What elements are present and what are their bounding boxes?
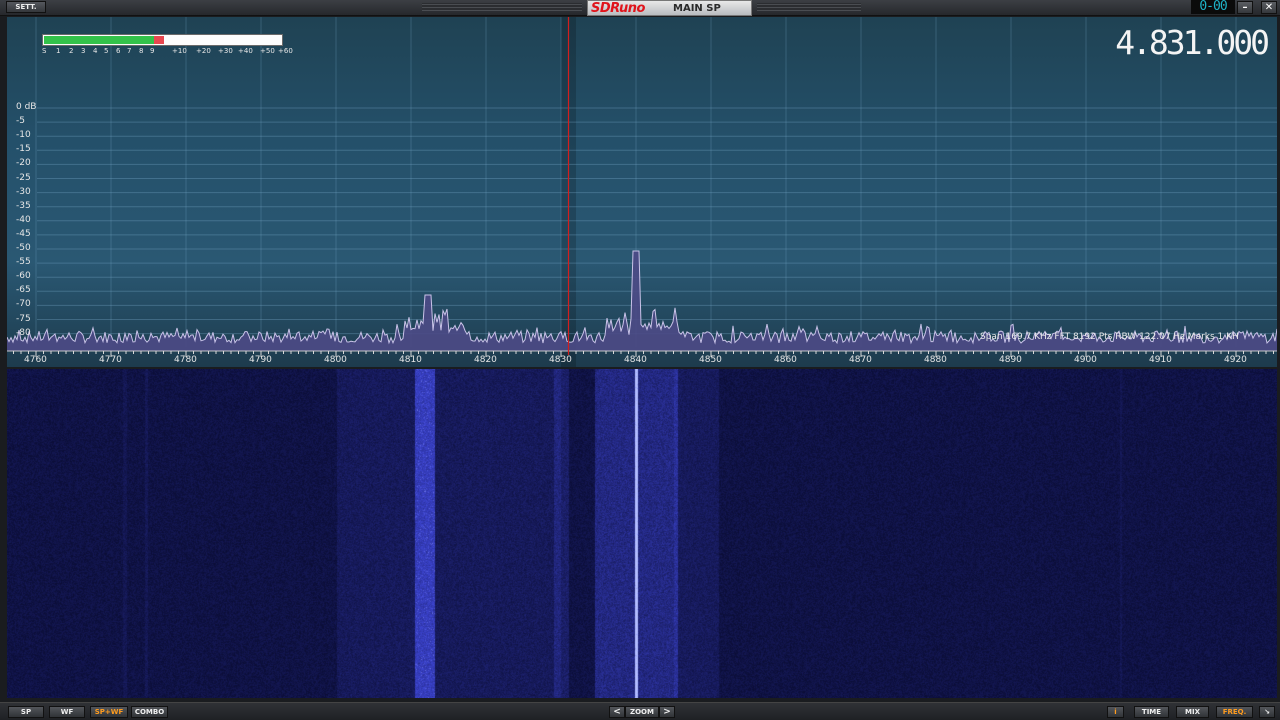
db-axis-label: -60: [16, 271, 31, 282]
frequency-axis-label: 4920: [1224, 355, 1247, 365]
frequency-axis-label: 4870: [849, 355, 872, 365]
frequency-axis-label: 4780: [174, 355, 197, 365]
db-axis-label: -45: [16, 228, 31, 239]
time-button[interactable]: TIME: [1134, 706, 1169, 718]
db-axis-label: -50: [16, 243, 31, 253]
s-meter-scale-label: 1: [56, 47, 61, 55]
s-meter-level: [44, 36, 154, 44]
db-axis-label: -5: [16, 116, 25, 127]
spectrum-panel[interactable]: S 1 2 3 4 5 6 7 8 9 +10 +20 +30 +40 +50 +60 4.831.000 0…: [7, 17, 1277, 367]
frequency-axis-label: 4900: [1074, 355, 1097, 365]
info-button[interactable]: i: [1107, 706, 1124, 718]
frequency-axis-label: 4880: [924, 355, 947, 365]
db-axis-label: -10: [16, 130, 31, 141]
frequency-axis-label: 4910: [1149, 355, 1172, 365]
settings-button[interactable]: SETT.: [6, 1, 46, 13]
mix-button[interactable]: MIX: [1176, 706, 1209, 718]
title-grip-left: [422, 3, 582, 11]
db-axis-label: -30: [16, 186, 31, 197]
s-meter-scale-label: S: [42, 47, 47, 55]
db-axis-label: -40: [16, 214, 31, 225]
bottom-toolbar: SP WF SP+WF COMBO < ZOOM > i TIME MIX FR…: [0, 702, 1280, 720]
db-axis-label: -25: [16, 172, 31, 183]
frequency-axis-label: 4890: [999, 355, 1022, 365]
zoom-in-button[interactable]: >: [659, 706, 675, 718]
s-meter: [42, 34, 283, 46]
db-axis-label: -80: [16, 327, 31, 338]
frequency-axis-label: 4810: [399, 355, 422, 365]
s-meter-scale-label: +50: [260, 47, 275, 55]
minimize-button[interactable]: –: [1237, 1, 1253, 14]
wf-button[interactable]: WF: [49, 706, 85, 718]
db-axis-label: -70: [16, 299, 31, 310]
title-bar: SETT. SDRuno MAIN SP 0-00 – ✕: [0, 0, 1280, 16]
s-meter-scale-label: +60: [278, 47, 293, 55]
s-meter-scale-label: 6: [116, 47, 121, 55]
sp-wf-button[interactable]: SP+WF: [90, 706, 128, 718]
s-meter-scale-label: +20: [196, 47, 211, 55]
db-axis-label: -15: [16, 144, 31, 155]
frequency-axis-label: 4770: [99, 355, 122, 365]
frequency-axis-label: 4800: [324, 355, 347, 365]
title-panel: SDRuno MAIN SP: [587, 0, 752, 16]
frequency-display[interactable]: 4.831.000: [1115, 25, 1270, 61]
s-meter-scale-label: 7: [127, 47, 132, 55]
frequency-axis-label: 4820: [474, 355, 497, 365]
spectrum-plot[interactable]: [7, 17, 1277, 367]
sp-button[interactable]: SP: [8, 706, 44, 718]
s-meter-scale-label: 9: [150, 47, 155, 55]
frequency-axis-label: 4830: [549, 355, 572, 365]
span-info: Span 169.7 KHz FFT 8192 Pts RBW 122.07 H…: [980, 332, 1239, 342]
db-axis-label: -20: [16, 158, 31, 169]
frequency-axis-label: 4760: [24, 355, 47, 365]
frequency-axis-label: 4850: [699, 355, 722, 365]
s-meter-scale-label: 5: [104, 47, 109, 55]
combo-button[interactable]: COMBO: [131, 706, 168, 718]
waterfall-image: [7, 369, 1277, 698]
close-button[interactable]: ✕: [1261, 1, 1277, 14]
app-logo: SDRuno: [591, 1, 645, 16]
s-meter-scale-label: +30: [218, 47, 233, 55]
s-meter-scale-label: +40: [238, 47, 253, 55]
zoom-out-button[interactable]: <: [609, 706, 625, 718]
waterfall-panel[interactable]: [7, 369, 1277, 698]
zoom-control: < ZOOM >: [609, 706, 675, 718]
s-meter-scale-label: 3: [81, 47, 86, 55]
db-axis-label: -35: [16, 200, 31, 211]
title-grip-right: [757, 3, 861, 11]
resize-grip[interactable]: ↘: [1259, 706, 1275, 718]
s-meter-scale-label: 2: [69, 47, 74, 55]
zoom-label: ZOOM: [625, 706, 659, 718]
frequency-axis-label: 4840: [624, 355, 647, 365]
db-axis-label: -75: [16, 313, 31, 324]
freq-button[interactable]: FREQ.: [1216, 706, 1253, 718]
db-axis-label: 0 dB: [16, 102, 37, 112]
s-meter-peak: [153, 36, 164, 44]
db-axis-label: -65: [16, 285, 31, 296]
s-meter-scale-label: +10: [172, 47, 187, 55]
frequency-axis-label: 4860: [774, 355, 797, 365]
s-meter-scale: S 1 2 3 4 5 6 7 8 9 +10 +20 +30 +40 +50 +60: [42, 47, 293, 57]
db-axis-label: -55: [16, 257, 31, 268]
frequency-axis-label: 4790: [249, 355, 272, 365]
window-title: MAIN SP: [673, 3, 721, 14]
s-meter-scale-label: 4: [93, 47, 98, 55]
clock-display: 0-00: [1191, 0, 1235, 14]
s-meter-scale-label: 8: [139, 47, 144, 55]
